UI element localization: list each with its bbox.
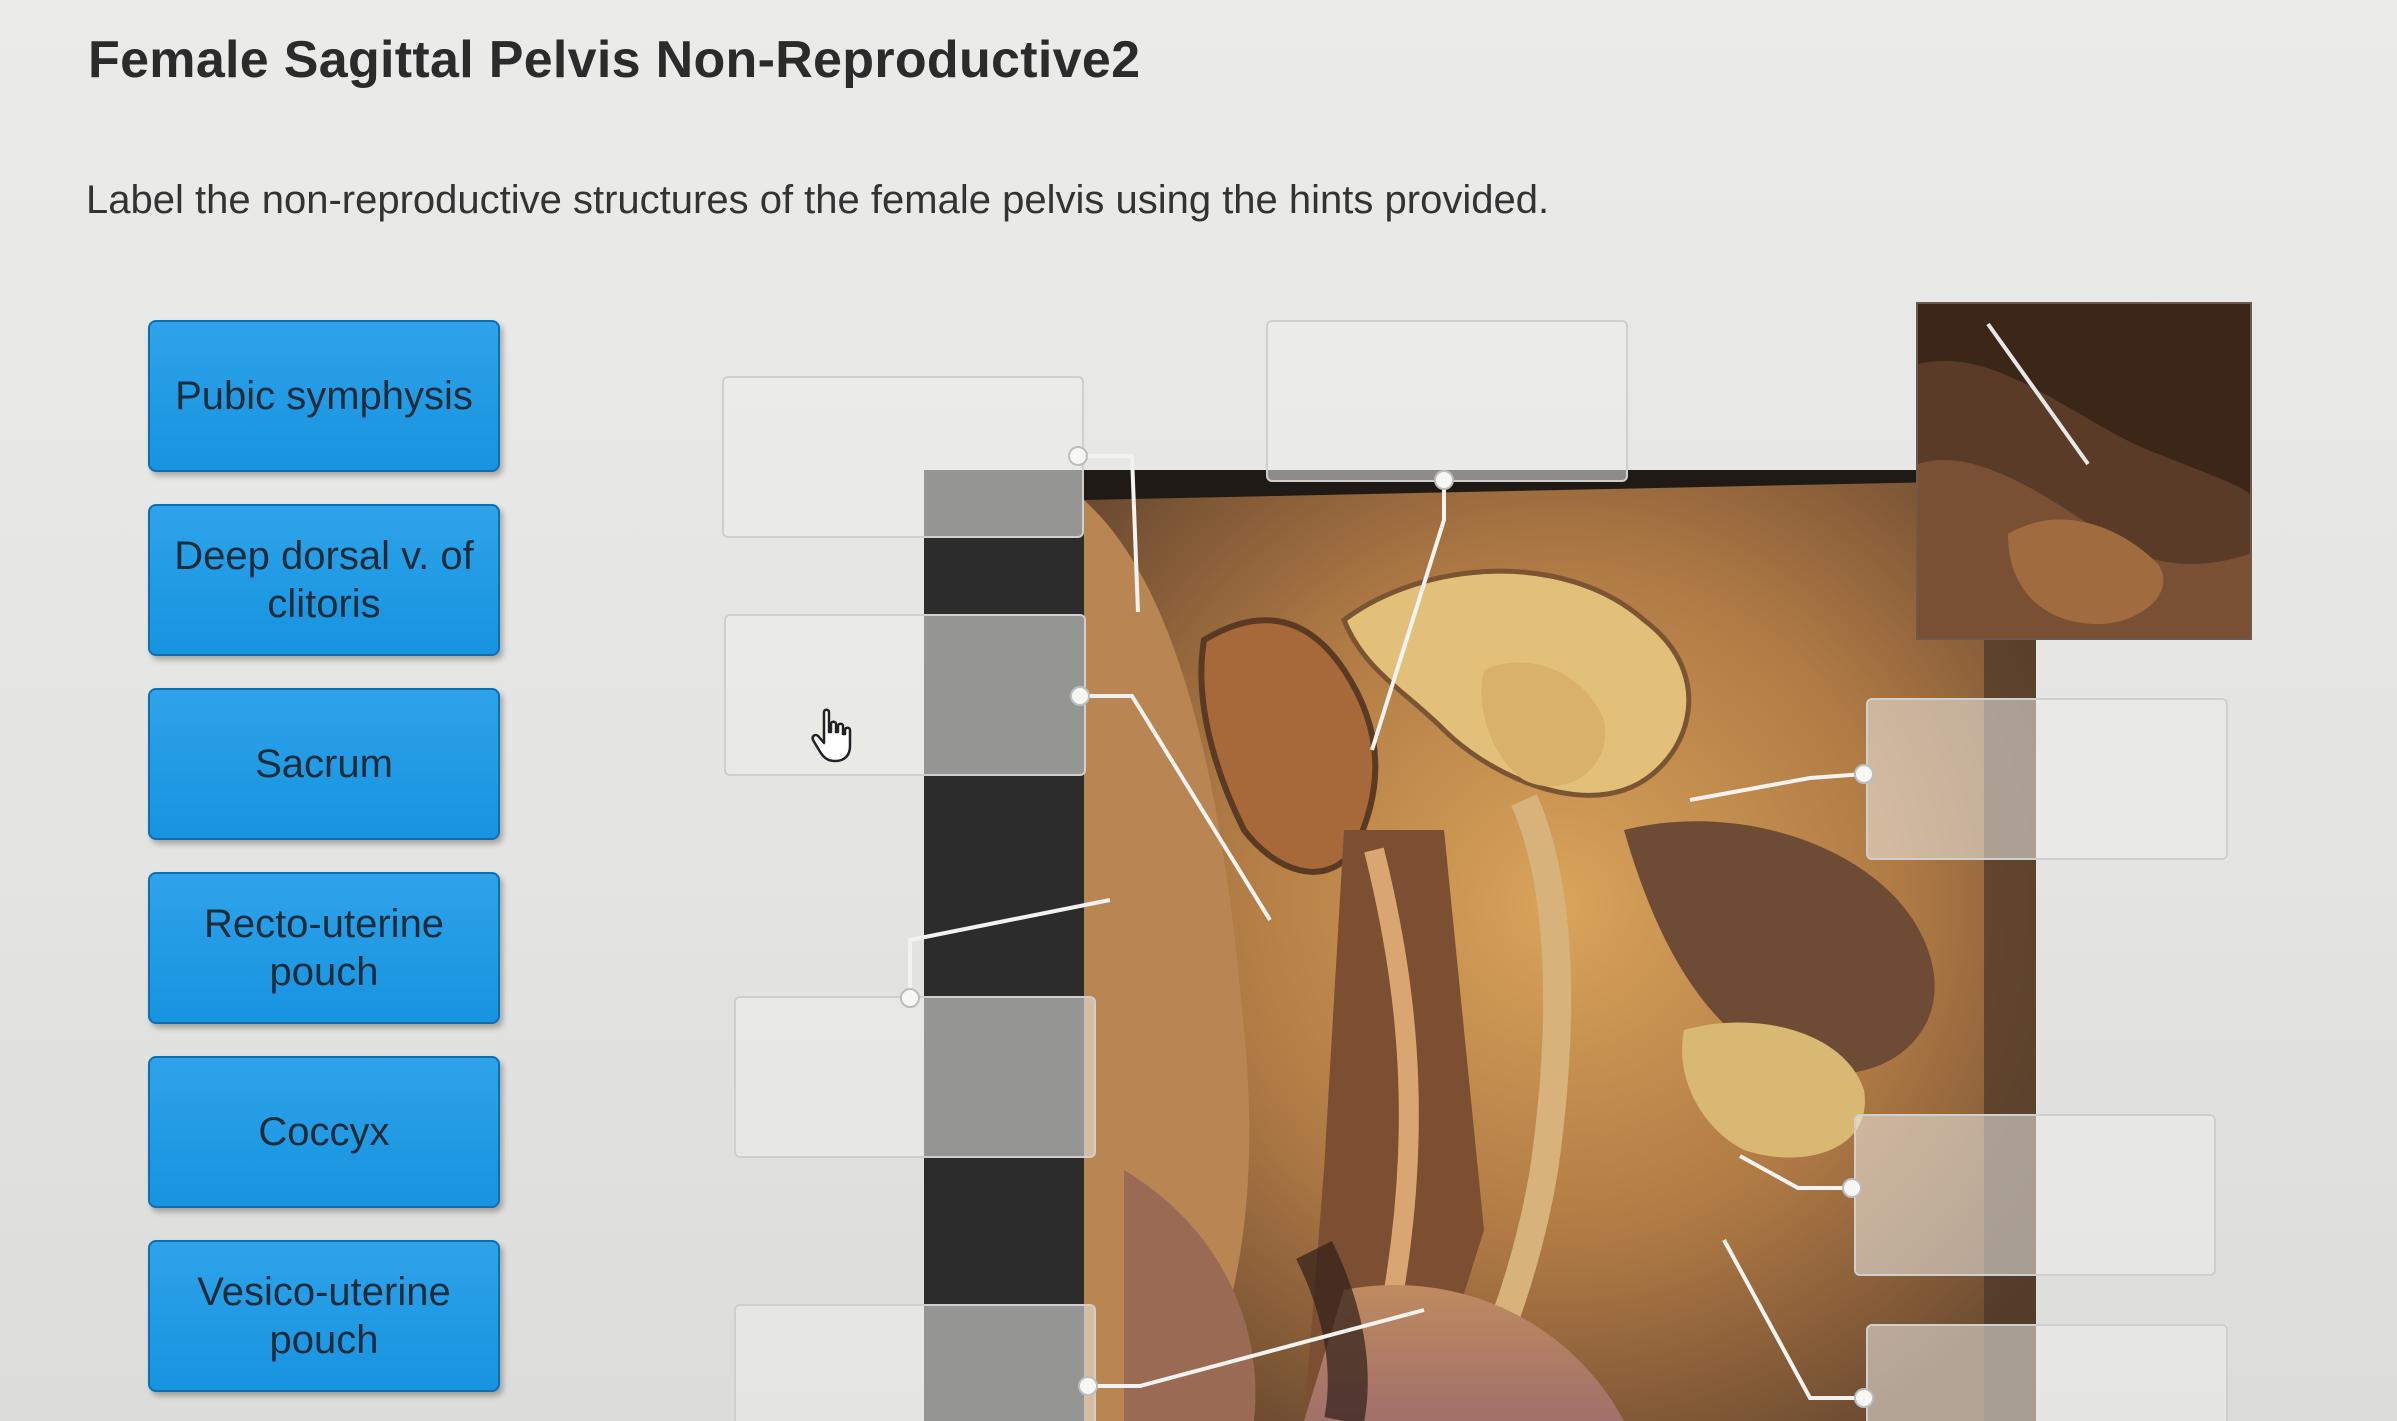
leader-line — [1080, 694, 1272, 922]
leader-dot — [1842, 1178, 1862, 1198]
leader-lines — [900, 446, 1874, 1408]
leader-line — [1739, 1154, 1852, 1190]
leader-line — [1370, 480, 1446, 751]
leader-dot — [1068, 446, 1088, 466]
leader-line — [1689, 772, 1865, 802]
leader-line — [908, 898, 1111, 998]
leader-dot — [1854, 764, 1874, 784]
activity-page: Female Sagittal Pelvis Non-Reproductive2… — [0, 0, 2397, 1421]
leader-dot — [900, 988, 920, 1008]
leader-line — [1088, 1308, 1425, 1388]
leader-line — [1078, 454, 1140, 613]
leader-dot — [1070, 686, 1090, 706]
leader-dot — [1434, 470, 1454, 490]
hand-pointer-icon — [810, 708, 856, 769]
leader-dot — [1078, 1376, 1098, 1396]
leader-dot — [1854, 1388, 1874, 1408]
leader-line — [1722, 1239, 1864, 1400]
